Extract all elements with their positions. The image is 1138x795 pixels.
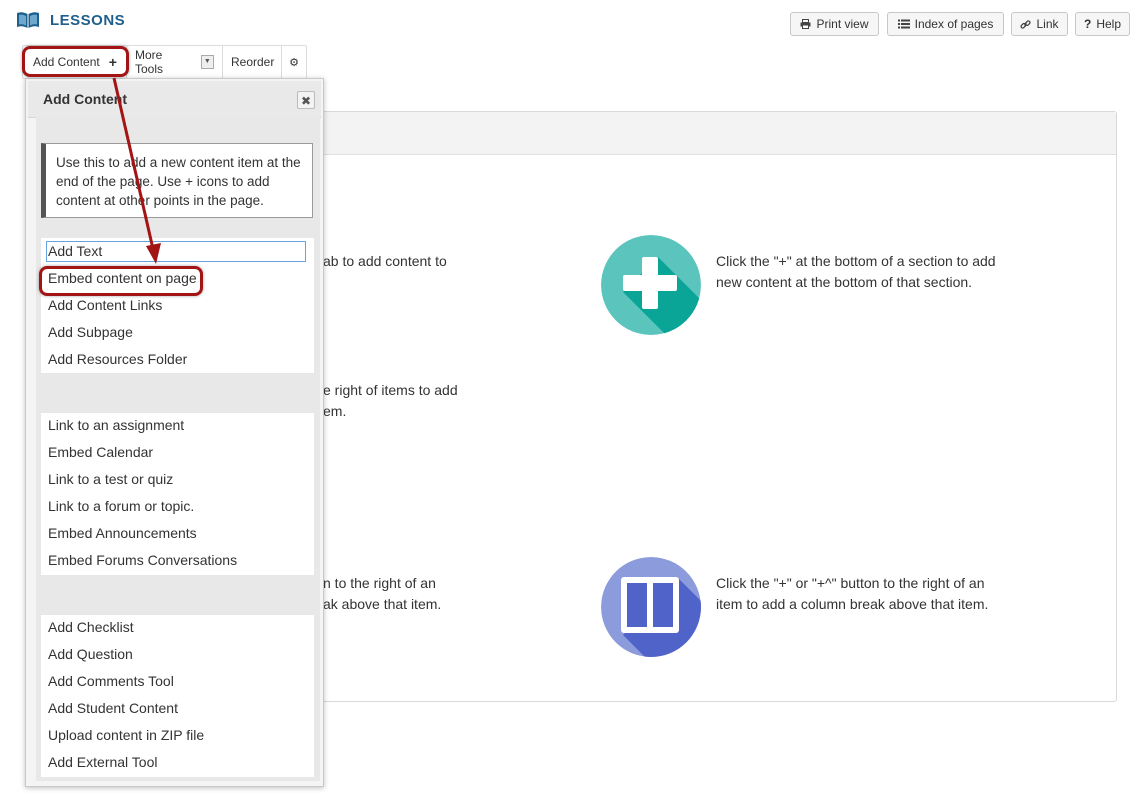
menu-item-add-comments-tool[interactable]: Add Comments Tool (48, 671, 174, 691)
instruction-text-2: Click the "+" at the bottom of a section… (716, 251, 996, 293)
menu-item-link-test-quiz[interactable]: Link to a test or quiz (48, 469, 173, 489)
menu-item-embed-content[interactable]: Embed content on page (48, 268, 197, 288)
menu-item-add-checklist[interactable]: Add Checklist (48, 617, 134, 637)
instruction-text-1: ab to add content to (323, 251, 447, 272)
menu-item-upload-zip[interactable]: Upload content in ZIP file (48, 725, 204, 745)
question-icon: ? (1083, 17, 1092, 31)
settings-button[interactable]: ⚙ (282, 46, 306, 78)
reorder-label: Reorder (231, 55, 275, 69)
plus-icon: + (108, 54, 117, 70)
menu-item-add-student-content[interactable]: Add Student Content (48, 698, 178, 718)
instruction-text-2-line-2: new content at the bottom of that sectio… (716, 274, 973, 290)
close-button[interactable]: ✖ (297, 91, 315, 109)
list-icon (897, 19, 910, 29)
menu-item-link-forum-topic[interactable]: Link to a forum or topic. (48, 496, 194, 516)
help-button[interactable]: ? Help (1075, 12, 1130, 36)
dropdown-note: Use this to add a new content item at th… (41, 143, 313, 218)
chevron-down-icon: ▼ (200, 55, 214, 69)
main-panel: ab to add content to Click the "+" at th… (320, 111, 1117, 702)
close-icon: ✖ (300, 94, 312, 108)
instruction-text-3-line-1: e right of items to add (323, 382, 458, 398)
menu-group-tools: Link to an assignment Embed Calendar Lin… (41, 413, 314, 575)
menu-item-link-assignment[interactable]: Link to an assignment (48, 415, 184, 435)
menu-group-basic: Add Text Embed content on page Add Conte… (41, 238, 314, 373)
menu-item-add-text[interactable]: Add Text (46, 241, 306, 262)
link-label: Link (1036, 17, 1059, 31)
instruction-text-2-line-1: Click the "+" at the bottom of a section… (716, 253, 996, 269)
instruction-text-4-line-2: ak above that item. (323, 596, 442, 612)
menu-item-embed-announcements[interactable]: Embed Announcements (48, 523, 197, 543)
page-title: LESSONS (50, 11, 126, 29)
instruction-text-5-line-1: Click the "+" or "+^" button to the righ… (716, 575, 985, 591)
instruction-text-4-line-1: n to the right of an (323, 575, 436, 591)
panel-header (321, 112, 1116, 155)
column-break-circle-icon (601, 557, 701, 657)
more-tools-button[interactable]: More Tools ▼ (127, 46, 223, 78)
gear-icon: ⚙ (289, 56, 299, 69)
plus-circle-icon (601, 235, 701, 335)
menu-group-interactive: Add Checklist Add Question Add Comments … (41, 615, 314, 777)
lessons-header: LESSONS (16, 8, 125, 32)
menu-item-add-question[interactable]: Add Question (48, 644, 133, 664)
dropdown-title: Add Content (43, 91, 127, 107)
instruction-text-4: n to the right of an ak above that item. (323, 573, 441, 615)
help-label: Help (1096, 17, 1122, 31)
add-content-label: Add Content (33, 55, 100, 69)
menu-item-embed-calendar[interactable]: Embed Calendar (48, 442, 153, 462)
instruction-text-5: Click the "+" or "+^" button to the righ… (716, 573, 988, 615)
instruction-text-3: e right of items to add em. (323, 380, 458, 422)
instruction-text-1-line-1: ab to add content to (323, 253, 447, 269)
print-view-button[interactable]: Print view (790, 12, 879, 36)
link-icon (1020, 19, 1032, 29)
print-view-label: Print view (816, 17, 869, 31)
menu-item-add-resources-folder[interactable]: Add Resources Folder (48, 349, 187, 369)
menu-item-add-external-tool[interactable]: Add External Tool (48, 752, 157, 772)
reorder-button[interactable]: Reorder (223, 46, 282, 78)
menu-item-add-subpage[interactable]: Add Subpage (48, 322, 133, 342)
instruction-text-3-line-2: em. (323, 403, 347, 419)
dropdown-header: Add Content ✖ (28, 81, 321, 118)
menu-item-embed-forums-conversations[interactable]: Embed Forums Conversations (48, 550, 237, 570)
lessons-toolbar: Add Content + More Tools ▼ Reorder ⚙ (22, 45, 307, 79)
menu-item-add-content-links[interactable]: Add Content Links (48, 295, 162, 315)
index-of-pages-button[interactable]: Index of pages (887, 12, 1004, 36)
index-of-pages-label: Index of pages (914, 17, 994, 31)
more-tools-label: More Tools (135, 48, 164, 76)
add-content-dropdown: Add Content ✖ Use this to add a new cont… (25, 78, 324, 787)
instruction-text-5-line-2: item to add a column break above that it… (716, 596, 989, 612)
printer-icon (800, 19, 811, 29)
link-button[interactable]: Link (1011, 12, 1068, 36)
book-icon (17, 12, 39, 28)
add-content-button[interactable]: Add Content + (23, 46, 127, 78)
dropdown-body: Use this to add a new content item at th… (36, 117, 320, 781)
